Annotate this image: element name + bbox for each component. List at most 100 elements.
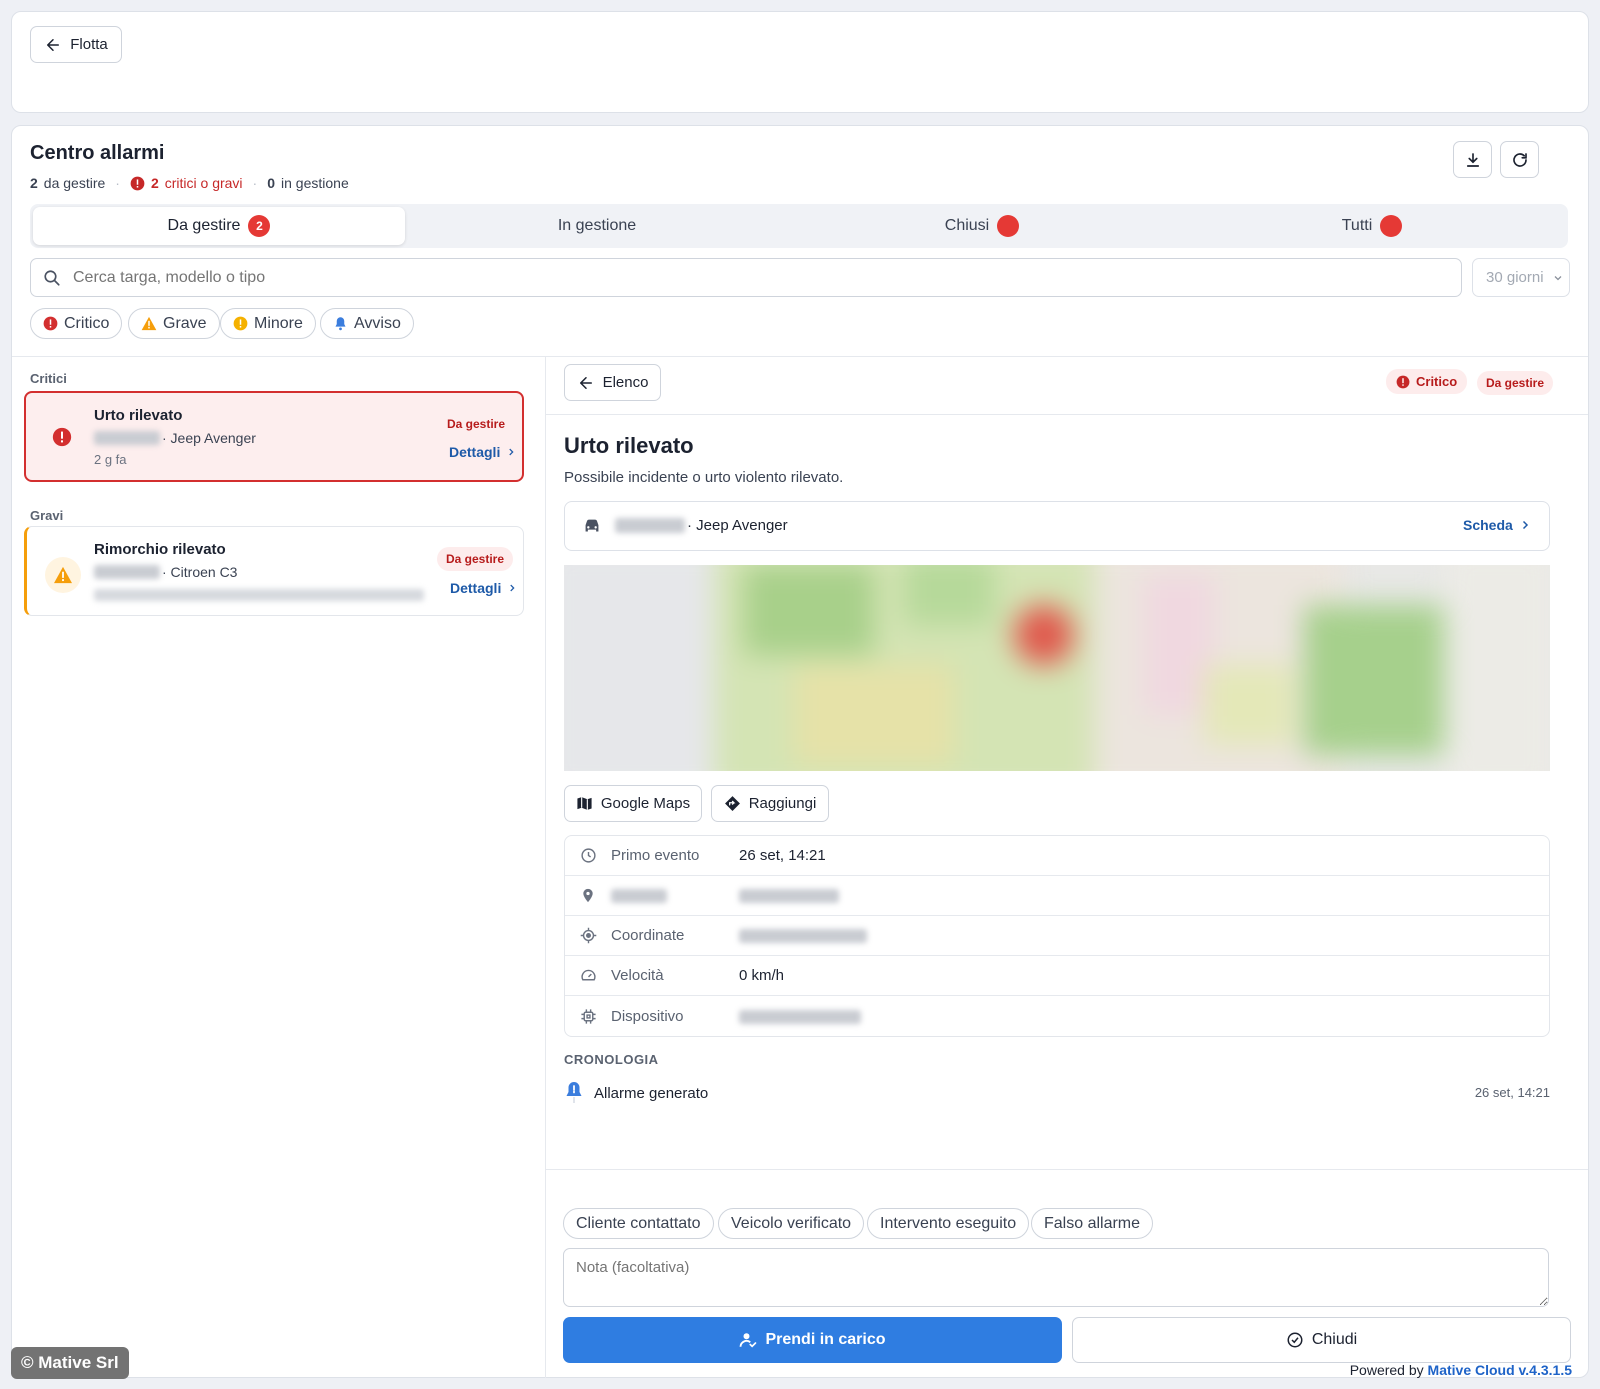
target-icon	[580, 927, 596, 944]
info-row-address	[565, 876, 1549, 916]
search-box[interactable]	[30, 258, 1462, 297]
info-row-device: Dispositivo	[565, 996, 1549, 1036]
tab-dot	[997, 215, 1020, 237]
timeline-title: CRONOLOGIA	[564, 1052, 659, 1067]
navigate-button[interactable]: Raggiungi	[711, 785, 829, 822]
stat-count-in-progress: 0	[267, 175, 276, 191]
detail-description: Possibile incidente o urto violento rile…	[564, 469, 844, 486]
pin-icon	[583, 888, 593, 903]
car-icon	[585, 519, 599, 532]
copyright-badge: © Mative Srl	[11, 1347, 129, 1379]
exclamation-circle-icon	[1396, 375, 1410, 388]
navigate-label: Raggiungi	[748, 795, 817, 812]
divider	[546, 414, 1588, 415]
chevron-down-icon	[1554, 275, 1561, 280]
tab-da-gestire[interactable]: Da gestire 2	[33, 207, 405, 245]
quick-action-vehicle-verified[interactable]: Veicolo verificato	[718, 1208, 865, 1239]
event-info-table: Primo evento 26 set, 14:21 Coordinate Ve…	[564, 835, 1550, 1037]
info-row-coordinates: Coordinate	[565, 916, 1549, 956]
alarm-card-urto[interactable]: Urto rilevato · Jeep Avenger 2 g fa Da g…	[24, 391, 524, 482]
alarm-card-rimorchio[interactable]: Rimorchio rilevato · Citroen C3 Da gesti…	[24, 526, 524, 616]
tab-tutti[interactable]: Tutti	[1178, 207, 1566, 245]
quick-action-false-alarm[interactable]: Falso allarme	[1031, 1208, 1154, 1239]
back-label: Flotta	[70, 36, 108, 53]
info-value: 26 set, 14:21	[739, 847, 826, 864]
take-charge-label: Prendi in carico	[765, 1331, 886, 1348]
exclamation-circle-icon	[52, 427, 72, 447]
sheet-label: Scheda	[1463, 517, 1513, 533]
tab-dot	[1380, 215, 1403, 237]
take-charge-button[interactable]: Prendi in carico	[563, 1317, 1062, 1363]
page-title: Centro allarmi	[30, 142, 165, 164]
user-check-icon	[740, 1333, 757, 1348]
back-to-list-button[interactable]: Elenco	[564, 364, 661, 401]
info-row-first-event: Primo evento 26 set, 14:21	[565, 836, 1549, 876]
quick-action-intervention-done[interactable]: Intervento eseguito	[867, 1208, 1030, 1239]
directions-icon	[724, 796, 740, 811]
filter-label: Grave	[163, 314, 207, 332]
map-view[interactable]	[564, 565, 1550, 771]
tab-chiusi[interactable]: Chiusi	[786, 207, 1178, 245]
info-label-redacted	[611, 887, 739, 904]
check-circle-icon	[1287, 1332, 1303, 1348]
back-to-fleet-button[interactable]: Flotta	[30, 26, 122, 63]
search-input[interactable]	[73, 268, 1433, 287]
vehicle-model: · Jeep Avenger	[687, 517, 788, 534]
exclamation-circle-icon	[233, 316, 248, 331]
tab-label: Tutti	[1341, 217, 1373, 234]
warning-icon-bg	[45, 557, 81, 593]
vehicle-model: · Jeep Avenger	[162, 430, 256, 446]
details-link[interactable]: Dettagli	[450, 580, 517, 596]
refresh-icon	[1512, 152, 1527, 167]
filter-avviso[interactable]: Avviso	[320, 308, 414, 339]
group-title-gravi: Gravi	[30, 508, 64, 523]
close-alarm-button[interactable]: Chiudi	[1072, 1317, 1571, 1363]
tab-in-gestione[interactable]: In gestione	[408, 207, 786, 245]
filter-grave[interactable]: Grave	[128, 308, 220, 339]
chevron-right-icon	[509, 448, 514, 456]
period-select[interactable]: 30 giorni	[1472, 258, 1570, 297]
filter-label: Avviso	[354, 314, 401, 332]
note-textarea[interactable]	[563, 1248, 1549, 1307]
info-row-speed: Velocità 0 km/h	[565, 956, 1549, 996]
details-link[interactable]: Dettagli	[449, 444, 516, 460]
stat-label-pending: da gestire	[43, 175, 106, 191]
clock-icon	[580, 848, 596, 863]
stat-separator: ·	[252, 175, 258, 191]
speedometer-icon	[580, 969, 596, 981]
download-icon	[1466, 152, 1479, 167]
alarm-center-panel: Centro allarmi 2 da gestire · 2 critici …	[11, 125, 1589, 1378]
severity-label: Critico	[1416, 374, 1458, 389]
bell-icon	[335, 317, 346, 331]
vehicle-sheet-link[interactable]: Scheda	[1463, 517, 1531, 533]
chevron-right-icon	[510, 584, 515, 592]
download-button[interactable]	[1453, 141, 1492, 178]
refresh-button[interactable]	[1500, 141, 1539, 178]
timeline-event: Allarme generato	[594, 1085, 709, 1102]
google-maps-button[interactable]: Google Maps	[564, 785, 702, 822]
plate-redacted	[615, 518, 685, 533]
tab-badge: 2	[248, 215, 271, 237]
status-badge: Da gestire	[1477, 371, 1554, 395]
alarm-vehicle: · Citroen C3	[94, 564, 237, 580]
vehicle-model: · Citroen C3	[162, 564, 238, 580]
details-label: Dettagli	[450, 580, 502, 596]
tab-label: Da gestire	[167, 217, 241, 234]
alarm-time: 2 g fa	[94, 452, 127, 467]
group-title-critici: Critici	[30, 371, 67, 386]
exclamation-circle-icon	[43, 316, 58, 331]
vehicle-row: · Jeep Avenger Scheda	[564, 501, 1550, 551]
mative-cloud-link[interactable]: Mative Cloud v.4.3.1.5	[1428, 1362, 1572, 1378]
chip-icon	[580, 1008, 596, 1024]
quick-action-client-contacted[interactable]: Cliente contattato	[563, 1208, 714, 1239]
arrow-left-icon	[579, 376, 592, 389]
alarm-title: Rimorchio rilevato	[94, 541, 226, 558]
filter-critico[interactable]: Critico	[30, 308, 123, 339]
address-redacted	[94, 589, 424, 601]
map-icon	[577, 797, 592, 810]
search-icon	[44, 269, 60, 286]
info-value-redacted	[739, 927, 867, 944]
filter-minore[interactable]: Minore	[220, 308, 316, 339]
period-value: 30 giorni	[1486, 269, 1544, 286]
info-label: Dispositivo	[611, 1007, 684, 1025]
